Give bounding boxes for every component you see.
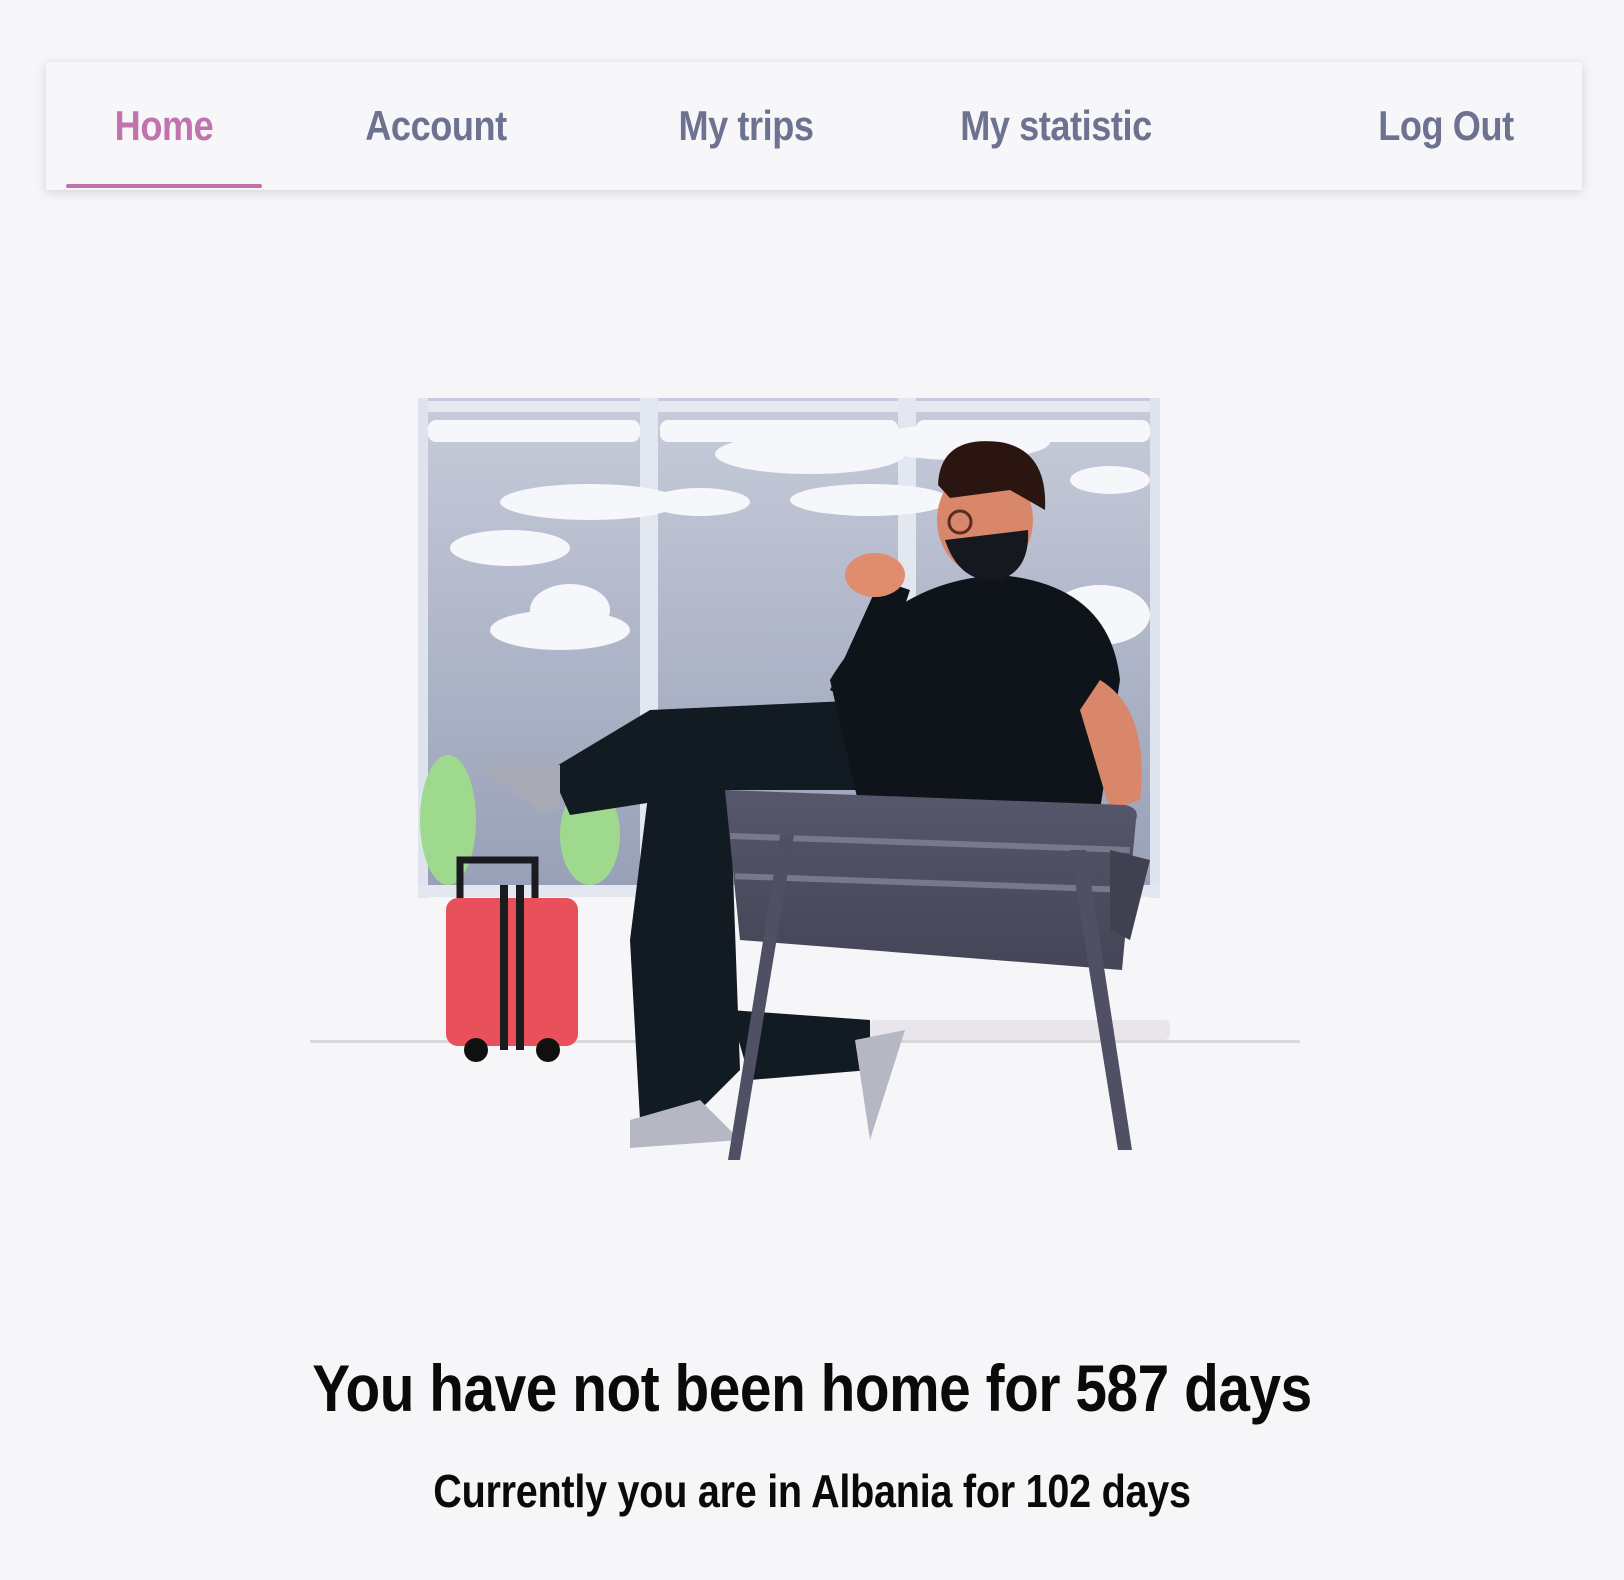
bench [725, 790, 1150, 1160]
nav-tab-my-statistic[interactable]: My statistic [927, 62, 1185, 190]
log-out-button[interactable]: Log Out [1360, 62, 1532, 190]
top-navigation-bar: Home Account My trips My statistic Log O… [46, 62, 1582, 190]
nav-tab-my-trips[interactable]: My trips [634, 62, 858, 190]
nav-tab-home[interactable]: Home [80, 62, 249, 190]
days-away-headline: You have not been home for 587 days [312, 1351, 1312, 1425]
current-location-subtitle: Currently you are in Albania for 102 day… [433, 1465, 1191, 1517]
nav-tab-account[interactable]: Account [333, 62, 539, 190]
active-tab-indicator [66, 184, 262, 188]
traveler-illustration [310, 380, 1300, 1210]
